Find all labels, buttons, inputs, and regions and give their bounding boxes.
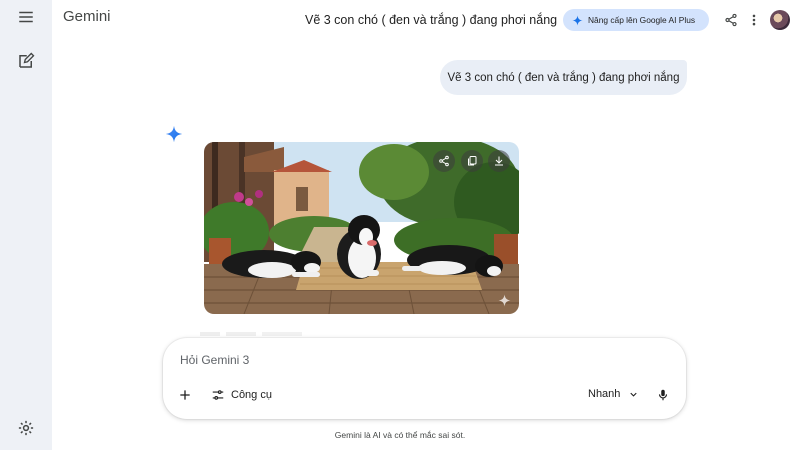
share-icon [725,13,737,27]
download-icon [495,156,503,166]
add-attachment-button[interactable] [178,388,192,402]
sidebar-rail [0,0,52,450]
new-chat-button[interactable] [14,49,38,73]
mode-label: Nhanh [588,388,621,400]
generated-image[interactable] [204,142,519,314]
tools-button[interactable]: Công cụ [211,388,272,402]
new-chat-icon [19,52,35,68]
tools-label: Công cụ [231,389,272,401]
prompt-composer: Công cụ Nhanh [163,338,686,419]
sparkle-icon [572,14,583,26]
app-brand[interactable]: Gemini [63,8,111,25]
avatar[interactable] [770,10,790,30]
menu-icon [19,11,33,23]
share-icon [439,155,449,167]
microphone-icon [658,389,668,401]
upgrade-button[interactable]: Nâng cấp lên Google AI Plus [563,9,709,31]
copy-icon [468,156,477,166]
image-download-button[interactable] [488,150,510,172]
chat-title: Vẽ 3 con chó ( đen và trắng ) đang phơi … [305,13,558,27]
upgrade-label: Nâng cấp lên Google AI Plus [588,15,696,25]
faded-text-remnant [200,332,302,336]
watermark-sparkle-icon [498,294,511,307]
prompt-input[interactable] [180,350,560,370]
plus-icon [180,390,190,400]
menu-button[interactable] [14,5,38,29]
chevron-down-icon [630,392,638,397]
share-button[interactable] [722,11,740,29]
user-message: Vẽ 3 con chó ( đen và trắng ) đang phơi … [440,60,687,95]
gemini-sparkle-icon [165,125,183,143]
image-copy-button[interactable] [461,150,483,172]
more-options-button[interactable] [745,11,763,29]
image-share-button[interactable] [433,150,455,172]
disclaimer-text: Gemini là AI và có thể mắc sai sót. [334,430,466,440]
microphone-button[interactable] [656,388,670,402]
tools-sliders-icon [212,390,224,400]
more-vert-icon [752,14,756,26]
mode-selector[interactable]: Nhanh [588,388,639,400]
